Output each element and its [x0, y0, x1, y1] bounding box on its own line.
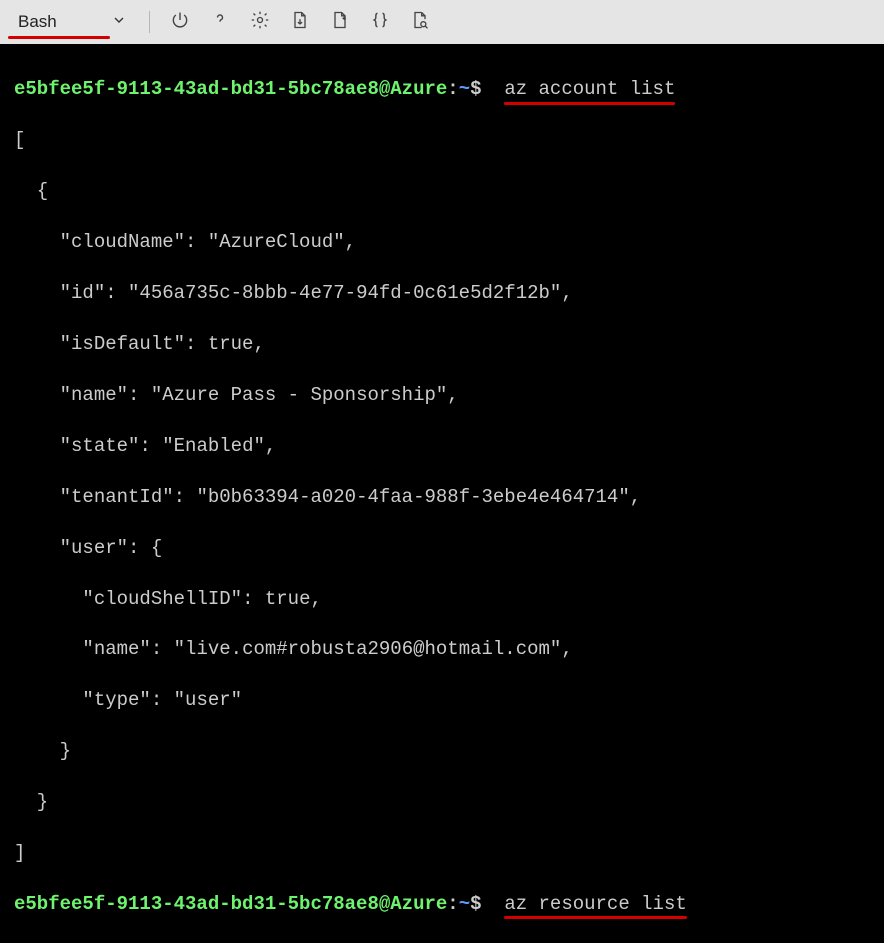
json-line: } — [14, 739, 874, 764]
help-icon — [210, 10, 230, 35]
prompt-sep: : — [447, 78, 458, 100]
braces-icon — [370, 10, 390, 35]
settings-button[interactable] — [242, 4, 278, 40]
json-line: "name": "Azure Pass - Sponsorship", — [14, 383, 874, 408]
upload-file-button[interactable] — [322, 4, 358, 40]
upload-file-icon — [330, 10, 350, 35]
prompt-userhost: e5bfee5f-9113-43ad-bd31-5bc78ae8@Azure — [14, 893, 447, 915]
json-line: "cloudShellID": true, — [14, 587, 874, 612]
command-2-wrap: az resource list — [504, 892, 686, 917]
terminal-output[interactable]: e5bfee5f-9113-43ad-bd31-5bc78ae8@Azure:~… — [0, 44, 884, 522]
download-file-button[interactable] — [282, 4, 318, 40]
annotation-underline — [504, 102, 675, 105]
prompt-userhost: e5bfee5f-9113-43ad-bd31-5bc78ae8@Azure — [14, 78, 447, 100]
json-line: "id": "456a735c-8bbb-4e77-94fd-0c61e5d2f… — [14, 281, 874, 306]
json-line: [ — [14, 128, 874, 153]
chevron-down-icon — [111, 12, 127, 33]
help-button[interactable] — [202, 4, 238, 40]
cloud-shell-toolbar: Bash — [0, 0, 884, 44]
download-file-icon — [290, 10, 310, 35]
json-line: "state": "Enabled", — [14, 434, 874, 459]
json-line: "name": "live.com#robusta2906@hotmail.co… — [14, 637, 874, 662]
prompt-path: ~ — [459, 78, 470, 100]
command-2: az resource list — [504, 893, 686, 915]
prompt-symbol: $ — [470, 78, 481, 100]
json-line: "type": "user" — [14, 688, 874, 713]
power-icon — [170, 10, 190, 35]
shell-selector-label: Bash — [18, 12, 57, 32]
shell-selector[interactable]: Bash — [8, 8, 137, 37]
json-line: "isDefault": true, — [14, 332, 874, 357]
json-line: "cloudName": "AzureCloud", — [14, 230, 874, 255]
gear-icon — [250, 10, 270, 35]
command-1-wrap: az account list — [504, 77, 675, 102]
json-line: "user": { — [14, 536, 874, 561]
command-1: az account list — [504, 78, 675, 100]
annotation-underline — [8, 36, 110, 39]
web-preview-button[interactable] — [402, 4, 438, 40]
restart-button[interactable] — [162, 4, 198, 40]
prompt-line: e5bfee5f-9113-43ad-bd31-5bc78ae8@Azure:~… — [14, 77, 874, 102]
json-line: } — [14, 790, 874, 815]
document-search-icon — [410, 10, 430, 35]
prompt-sep: : — [447, 893, 458, 915]
json-line: ] — [14, 841, 874, 866]
json-line: { — [14, 179, 874, 204]
toolbar-separator — [149, 11, 150, 33]
prompt-symbol: $ — [470, 893, 481, 915]
prompt-line: e5bfee5f-9113-43ad-bd31-5bc78ae8@Azure:~… — [14, 892, 874, 917]
annotation-underline — [504, 916, 686, 919]
open-editor-button[interactable] — [362, 4, 398, 40]
prompt-path: ~ — [459, 893, 470, 915]
json-line: "tenantId": "b0b63394-a020-4faa-988f-3eb… — [14, 485, 874, 510]
